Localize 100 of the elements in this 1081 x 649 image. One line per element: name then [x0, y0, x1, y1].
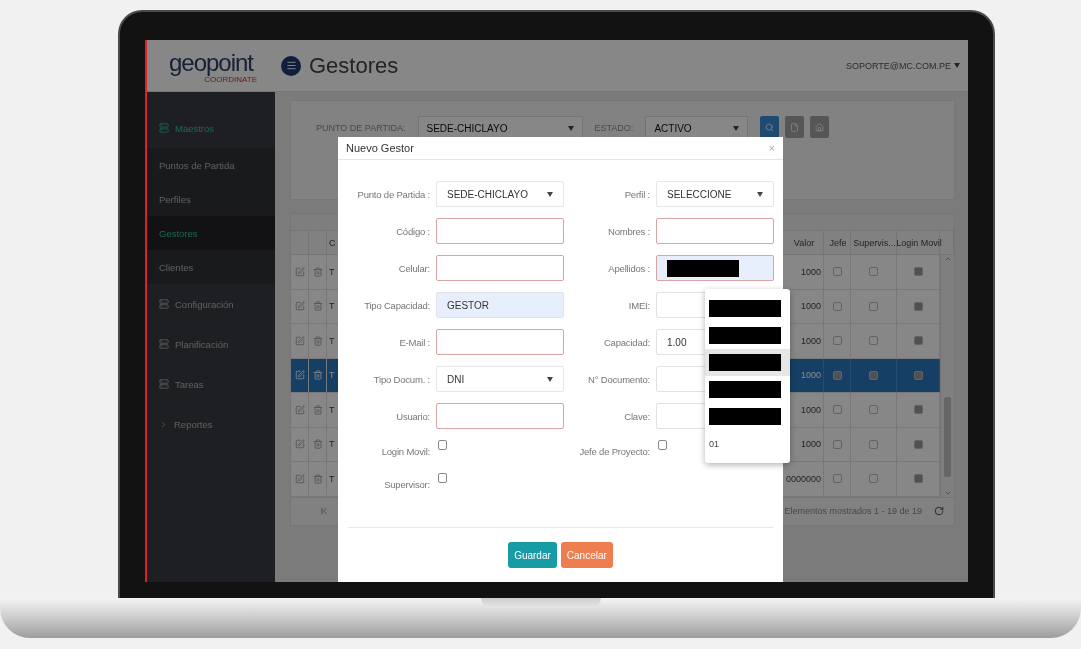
- sidebar-label: Gestores: [159, 227, 198, 239]
- home-icon: [815, 122, 825, 132]
- search-icon: [765, 122, 775, 132]
- column-header[interactable]: Jefe: [824, 231, 851, 254]
- sidebar-item[interactable]: Gestores: [147, 216, 275, 250]
- scrollbar-thumb[interactable]: [944, 396, 951, 477]
- sidebar-item[interactable]: Clientes: [147, 250, 275, 284]
- caret-icon: [757, 191, 763, 197]
- sidebar-label: Tareas: [175, 378, 204, 390]
- edit-icon[interactable]: [294, 301, 305, 312]
- column-header[interactable]: Supervis...: [851, 231, 897, 254]
- sidebar-item[interactable]: Puntos de Partida: [147, 148, 275, 182]
- table-cell: 1000: [800, 266, 821, 277]
- suggestion-item[interactable]: 01: [705, 430, 790, 457]
- input-field[interactable]: [436, 218, 564, 244]
- caret-icon: [547, 191, 553, 197]
- field-label: Supervisor:: [383, 478, 430, 490]
- sidebar-item[interactable]: Configuración: [147, 284, 275, 324]
- field-label: Punto de Partida :: [356, 188, 430, 200]
- save-button[interactable]: Guardar: [508, 542, 557, 568]
- close-button[interactable]: ×: [768, 142, 775, 154]
- sidebar-item[interactable]: Tareas: [147, 364, 275, 404]
- caret-icon: [547, 376, 553, 382]
- select-field[interactable]: SEDE-CHICLAYO: [436, 181, 564, 207]
- input-field[interactable]: [436, 255, 564, 281]
- select-field[interactable]: DNI: [436, 366, 564, 392]
- field-label: Tipo Capacidad:: [363, 299, 430, 311]
- caret-icon: [733, 125, 740, 131]
- field-label: Tipo Docum. :: [372, 373, 430, 385]
- sidebar-label: Perfiles: [159, 193, 191, 205]
- field-label: Jefe de Proyecto:: [578, 445, 650, 457]
- table-cell: T: [329, 404, 335, 415]
- field-label: Login Movil:: [380, 445, 430, 457]
- input-field[interactable]: [436, 403, 564, 429]
- field-label: IMEI:: [627, 299, 650, 311]
- field-label: Código :: [395, 225, 430, 237]
- checkbox[interactable]: [438, 473, 447, 483]
- field-label: Perfil :: [623, 188, 650, 200]
- trash-icon[interactable]: [312, 301, 323, 312]
- edit-icon[interactable]: [294, 266, 305, 277]
- filter-label: ESTADO:: [594, 123, 634, 133]
- sidebar-label: Maestros: [175, 122, 215, 134]
- redacted-block: [709, 300, 781, 317]
- checkbox[interactable]: [438, 440, 447, 450]
- table-cell: T: [329, 473, 335, 484]
- table-cell: T: [329, 335, 335, 346]
- edit-icon[interactable]: [294, 404, 305, 415]
- checkbox[interactable]: [658, 440, 667, 450]
- menu-icon[interactable]: [281, 55, 301, 76]
- table-cell: T: [329, 301, 335, 312]
- trash-icon[interactable]: [312, 335, 323, 346]
- sidebar-item[interactable]: Reportes: [147, 404, 275, 444]
- filter-select[interactable]: SEDE-CHICLAYO: [417, 116, 583, 140]
- suggestion-item[interactable]: [705, 349, 790, 376]
- edit-icon[interactable]: [294, 439, 305, 450]
- table-cell: 1000: [800, 404, 821, 415]
- sidebar-label: Reportes: [174, 418, 213, 430]
- trash-icon[interactable]: [312, 473, 323, 484]
- redacted-block: [709, 354, 781, 371]
- table-cell: T: [329, 439, 335, 450]
- trash-icon[interactable]: [312, 404, 323, 415]
- edit-icon[interactable]: [294, 335, 305, 346]
- sidebar-label: Puntos de Partida: [159, 159, 235, 171]
- caret-icon: [954, 63, 960, 68]
- search-button[interactable]: [760, 116, 780, 138]
- scroll-up-icon[interactable]: [943, 255, 952, 263]
- input-field[interactable]: [656, 218, 774, 244]
- sidebar-item[interactable]: Perfiles: [147, 182, 275, 216]
- redacted-block: [709, 381, 781, 398]
- field-label: Nombres :: [606, 225, 650, 237]
- sidebar-label: Clientes: [159, 261, 194, 273]
- cancel-button[interactable]: Cancelar: [560, 542, 613, 568]
- user-menu[interactable]: SOPORTE@MC.COM.PE: [846, 60, 960, 71]
- home-button[interactable]: [810, 116, 830, 138]
- edit-icon[interactable]: [294, 473, 305, 484]
- sidebar-item[interactable]: Maestros: [147, 108, 275, 148]
- page-title: Gestores: [309, 52, 400, 79]
- document-button[interactable]: [785, 116, 805, 138]
- list-icon: [159, 299, 169, 309]
- sidebar-item[interactable]: Planificación: [147, 324, 275, 364]
- refresh-icon[interactable]: [934, 506, 944, 516]
- list-icon: [159, 339, 169, 349]
- table-cell: 1000: [800, 301, 821, 312]
- filter-select[interactable]: ACTIVO: [645, 116, 749, 140]
- list-icon: [159, 123, 169, 133]
- trash-icon[interactable]: [312, 439, 323, 450]
- redacted-block: [709, 327, 781, 344]
- scrollbar[interactable]: [940, 255, 954, 497]
- input-field[interactable]: [436, 329, 564, 355]
- input-field[interactable]: GESTOR: [436, 292, 564, 318]
- column-header[interactable]: Login Movil: [897, 231, 940, 254]
- input-field[interactable]: [656, 255, 774, 281]
- select-field[interactable]: SELECCIONE: [656, 181, 774, 207]
- trash-icon[interactable]: [312, 370, 323, 381]
- field-label: Apellidos :: [607, 262, 650, 274]
- first-page-button[interactable]: [319, 506, 329, 516]
- redacted-block: [709, 408, 781, 425]
- trash-icon[interactable]: [312, 266, 323, 277]
- table-cell: 1000: [800, 370, 821, 381]
- table-cell: 0000000: [785, 473, 821, 484]
